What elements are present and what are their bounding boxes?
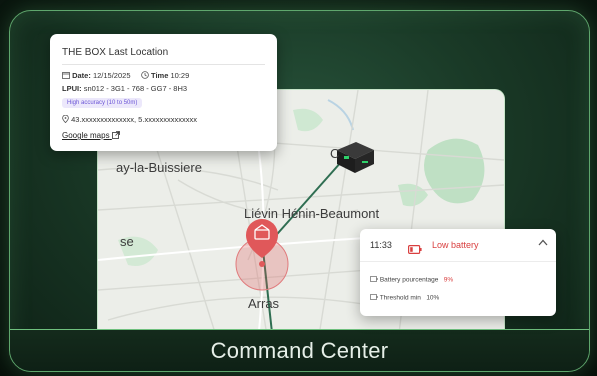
- last-location-card: THE BOX Last Location Date: 12/15/2025 T…: [50, 34, 277, 151]
- alert-time: 11:33: [370, 240, 392, 250]
- battery-alert-card[interactable]: 11:33 Low battery Battery pourcentage 9%…: [360, 229, 556, 316]
- map-label-town: se: [120, 234, 134, 249]
- battery-percentage-value: 9%: [443, 276, 454, 284]
- external-link-icon: [111, 131, 120, 141]
- map-pin-icon: [62, 114, 69, 125]
- divider: [360, 261, 556, 262]
- battery-low-icon: [408, 241, 422, 259]
- chevron-up-icon[interactable]: [538, 238, 548, 249]
- battery-icon: [370, 276, 378, 284]
- footer-bar: Command Center: [10, 329, 589, 371]
- map-label-town: ay-la-Buissiere: [116, 160, 202, 175]
- google-maps-link[interactable]: Google maps: [62, 131, 120, 141]
- lpui-value: sn012 - 3G1 - 768 - GG7 - 8H3: [83, 84, 188, 93]
- threshold-label: Threshold min: [379, 294, 421, 302]
- clock-icon: [141, 71, 149, 81]
- date-label: Date:: [72, 71, 91, 80]
- lpui-label: LPUI:: [62, 84, 82, 93]
- date-time-row: Date: 12/15/2025 Time 10:29: [62, 71, 189, 81]
- battery-percentage-row: Battery pourcentage 9%: [370, 276, 453, 284]
- date-value: 12/15/2025: [92, 71, 131, 80]
- google-maps-link-label: Google maps: [62, 131, 110, 141]
- coordinates-row: 43.xxxxxxxxxxxxxx, 5.xxxxxxxxxxxxxx: [62, 114, 197, 125]
- time-value: 10:29: [170, 71, 190, 80]
- location-card-title: THE BOX Last Location: [62, 47, 169, 58]
- time-label: Time: [151, 71, 169, 80]
- battery-percentage-label: Battery pourcentage: [379, 276, 439, 284]
- threshold-value: 10%: [426, 294, 440, 302]
- map-label-town: C: [330, 146, 340, 161]
- footer-title: Command Center: [210, 338, 389, 363]
- map-label-city: Liévin Hénin-Beaumont: [244, 206, 380, 221]
- threshold-row: Threshold min 10%: [370, 294, 439, 302]
- map-label-city: Arras: [248, 296, 280, 311]
- accuracy-badge: High accuracy (10 to 50m): [62, 98, 143, 108]
- lpui-row: LPUI: sn012 - 3G1 - 768 - GG7 - 8H3: [62, 84, 187, 93]
- alert-status: Low battery: [432, 240, 479, 250]
- coordinates-value: 43.xxxxxxxxxxxxxx, 5.xxxxxxxxxxxxxx: [71, 115, 197, 124]
- battery-icon: [370, 294, 378, 302]
- calendar-icon: [62, 71, 70, 81]
- divider: [62, 64, 265, 65]
